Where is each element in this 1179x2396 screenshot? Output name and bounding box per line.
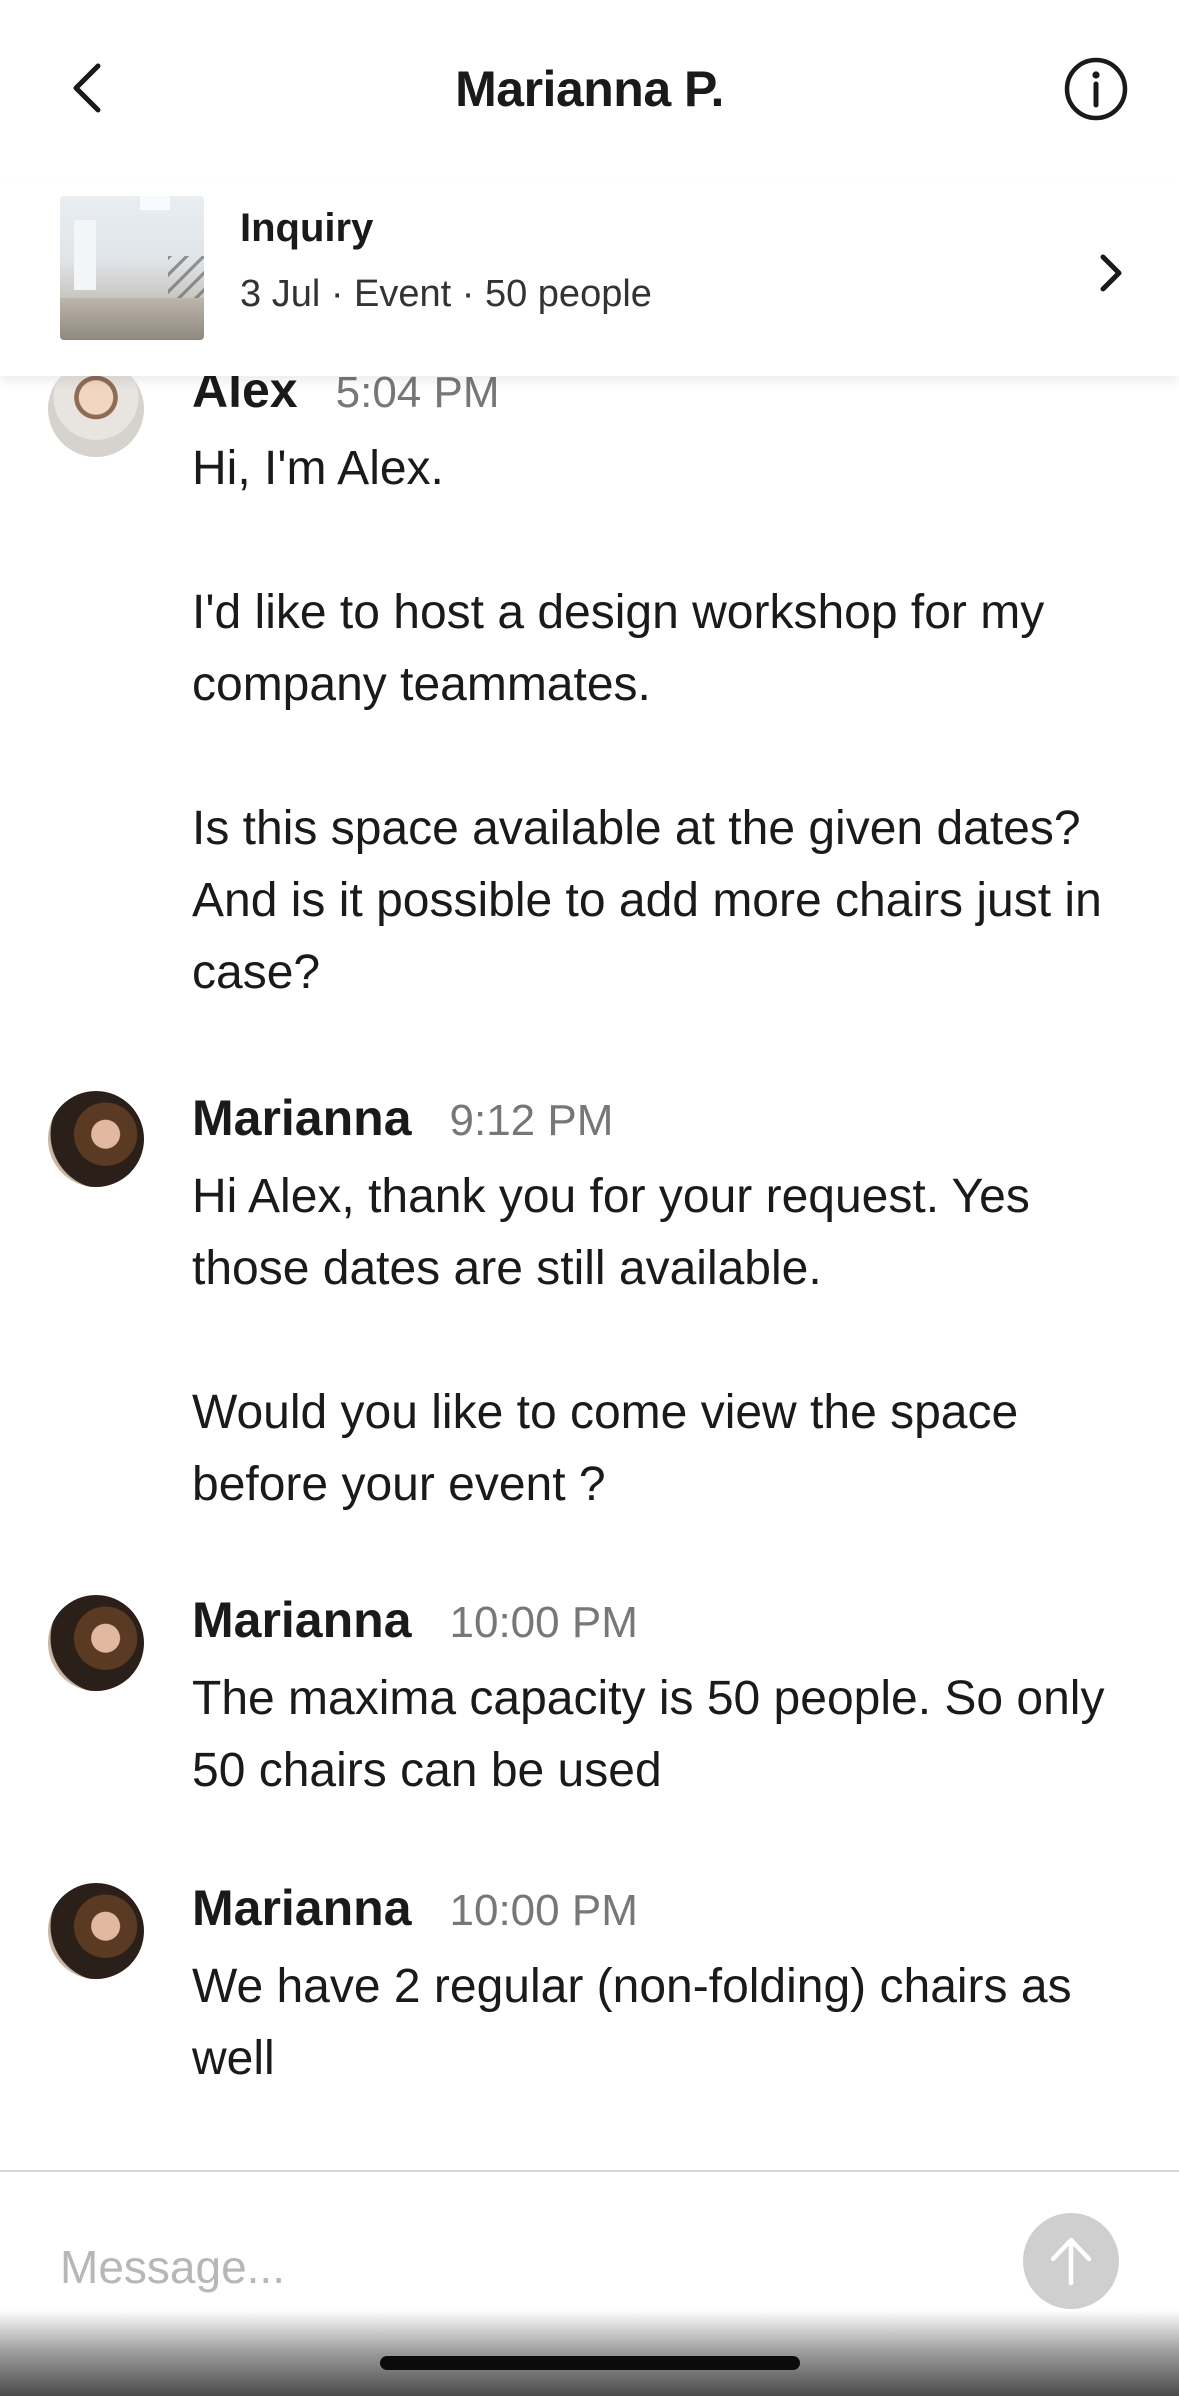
message-body: Marianna 9:12 PM Hi Alex, thank you for …	[192, 1089, 1132, 1521]
back-button[interactable]	[55, 55, 121, 121]
message-text: Hi, I'm Alex. I'd like to host a design …	[192, 442, 1102, 999]
message-time: 9:12 PM	[449, 1096, 614, 1145]
message-input[interactable]	[60, 2232, 960, 2302]
sender-name: Marianna	[192, 1592, 412, 1648]
message-list[interactable]: Alex 5:04 PM Hi, I'm Alex. I'd like to h…	[0, 376, 1179, 2170]
message-header: Marianna 9:12 PM	[192, 1089, 1132, 1161]
conversation-title: Marianna P.	[455, 61, 724, 117]
home-indicator[interactable]	[380, 2356, 800, 2370]
info-button[interactable]	[1063, 56, 1129, 122]
message-time: 10:00 PM	[449, 1886, 638, 1935]
home-area	[0, 2310, 1179, 2396]
message-body: Marianna 10:00 PM We have 2 regular (non…	[192, 1879, 1132, 2095]
info-circle-icon	[1064, 57, 1128, 121]
message-header: Marianna 10:00 PM	[192, 1879, 1132, 1951]
arrow-up-icon	[1050, 2237, 1092, 2286]
chevron-right-icon[interactable]	[1091, 248, 1131, 298]
chat-screen: Marianna P. Inquiry 3 Jul · Event · 50 p…	[0, 0, 1179, 2396]
message-text: We have 2 regular (non-folding) chairs a…	[192, 1960, 1072, 2085]
sender-name: Alex	[192, 376, 298, 418]
chevron-left-icon	[73, 63, 101, 113]
sender-name: Marianna	[192, 1090, 412, 1146]
message-header: Alex 5:04 PM	[192, 376, 1132, 433]
message-text: Hi Alex, thank you for your request. Yes…	[192, 1170, 1030, 1511]
avatar[interactable]	[48, 376, 144, 457]
avatar[interactable]	[48, 1595, 144, 1691]
avatar[interactable]	[48, 1883, 144, 1979]
inquiry-title: Inquiry	[240, 206, 374, 250]
message-text: The maxima capacity is 50 people. So onl…	[192, 1672, 1105, 1797]
sender-name: Marianna	[192, 1880, 412, 1936]
message-time: 10:00 PM	[449, 1598, 638, 1647]
message-body: Marianna 10:00 PM The maxima capacity is…	[192, 1591, 1132, 1807]
avatar[interactable]	[48, 1091, 144, 1187]
inquiry-meta: 3 Jul · Event · 50 people	[240, 273, 652, 315]
message-composer	[0, 2170, 1179, 2330]
top-nav: Marianna P.	[0, 0, 1179, 178]
message-body: Alex 5:04 PM Hi, I'm Alex. I'd like to h…	[192, 376, 1132, 1009]
inquiry-details: Inquiry 3 Jul · Event · 50 people	[240, 206, 652, 316]
message-time: 5:04 PM	[335, 376, 500, 417]
inquiry-card[interactable]: Inquiry 3 Jul · Event · 50 people	[0, 178, 1179, 376]
message-header: Marianna 10:00 PM	[192, 1591, 1132, 1663]
send-button[interactable]	[1023, 2213, 1119, 2309]
listing-thumbnail	[60, 196, 204, 340]
